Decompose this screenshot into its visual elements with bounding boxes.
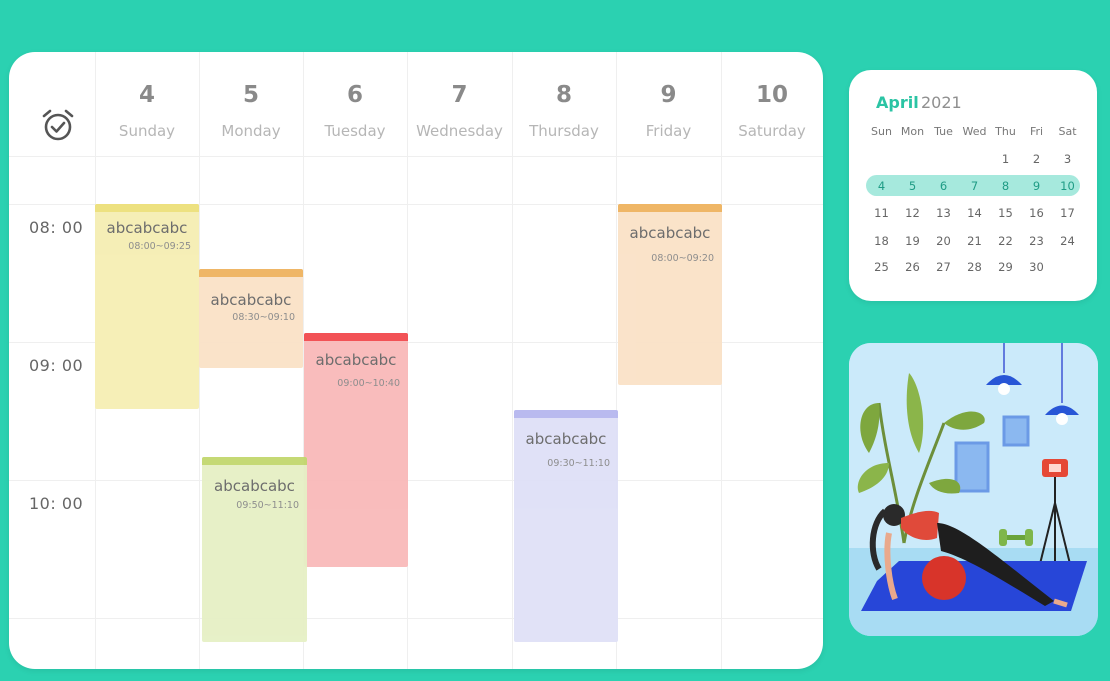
day-header-wednesday[interactable]: 7 Wednesday xyxy=(407,52,512,156)
yoga-illustration xyxy=(849,343,1098,636)
day-header-friday[interactable]: 9 Friday xyxy=(616,52,721,156)
calendar-day[interactable]: 15 xyxy=(990,206,1021,220)
calendar-day[interactable]: 4 xyxy=(866,179,897,193)
event-color-bar xyxy=(618,204,722,212)
event-block[interactable]: abcabcabc 08:30~09:10 xyxy=(199,269,303,368)
event-color-bar xyxy=(202,457,307,465)
calendar-day[interactable]: 23 xyxy=(1021,234,1052,248)
calendar-day[interactable]: 22 xyxy=(990,234,1021,248)
calendar-day[interactable]: 1 xyxy=(990,152,1021,166)
event-time: 09:30~11:10 xyxy=(547,458,610,469)
calendar-day[interactable]: 8 xyxy=(990,179,1021,193)
calendar-day[interactable]: 11 xyxy=(866,206,897,220)
event-title: abcabcabc xyxy=(214,477,295,495)
calendar-day[interactable]: 26 xyxy=(897,260,928,274)
event-time: 08:30~09:10 xyxy=(232,312,295,323)
event-title: abcabcabc xyxy=(106,219,188,237)
calendar-day[interactable]: 20 xyxy=(928,234,959,248)
event-title: abcabcabc xyxy=(629,224,711,242)
event-title: abcabcabc xyxy=(525,430,607,448)
grid-line xyxy=(9,156,823,157)
calendar-day[interactable]: 2 xyxy=(1021,152,1052,166)
calendar-day[interactable]: 7 xyxy=(959,179,990,193)
event-color-bar xyxy=(199,269,303,277)
weekday-label: Wed xyxy=(962,125,987,138)
event-block[interactable]: abcabcabc 08:00~09:25 xyxy=(95,204,199,409)
event-title: abcabcabc xyxy=(315,351,397,369)
grid-line xyxy=(9,480,823,481)
event-time: 08:00~09:25 xyxy=(128,241,191,252)
day-name: Saturday xyxy=(738,122,806,140)
event-color-bar xyxy=(304,333,408,341)
calendar-day[interactable]: 13 xyxy=(928,206,959,220)
day-name: Thursday xyxy=(529,122,599,140)
day-name: Sunday xyxy=(118,122,176,140)
calendar-day[interactable]: 16 xyxy=(1021,206,1052,220)
calendar-day[interactable]: 14 xyxy=(959,206,990,220)
yoga-scene-image xyxy=(849,343,1098,636)
calendar-day[interactable]: 18 xyxy=(866,234,897,248)
calendar-day[interactable]: 6 xyxy=(928,179,959,193)
event-color-bar xyxy=(514,410,618,418)
calendar-day[interactable]: 24 xyxy=(1052,234,1083,248)
calendar-day[interactable]: 10 xyxy=(1052,179,1083,193)
day-name: Wednesday xyxy=(416,122,503,140)
calendar-day[interactable]: 3 xyxy=(1052,152,1083,166)
day-name: Friday xyxy=(645,122,692,140)
day-number: 9 xyxy=(660,82,677,108)
day-number: 8 xyxy=(555,82,572,108)
event-time: 08:00~09:20 xyxy=(651,253,714,264)
day-header-sunday[interactable]: 4 Sunday xyxy=(95,52,199,156)
time-label: 09: 00 xyxy=(29,356,84,375)
weekday-label: Thu xyxy=(995,125,1016,138)
weekday-label: Sat xyxy=(1058,125,1077,138)
event-block[interactable]: abcabcabc 08:00~09:20 xyxy=(618,204,722,385)
calendar-day[interactable]: 21 xyxy=(959,234,990,248)
calendar-day[interactable]: 25 xyxy=(866,260,897,274)
day-header-saturday[interactable]: 10 Saturday xyxy=(721,52,823,156)
day-number: 4 xyxy=(138,82,155,108)
event-block[interactable]: abcabcabc 09:00~10:40 xyxy=(304,333,408,567)
event-block[interactable]: abcabcabc 09:50~11:10 xyxy=(202,457,307,642)
calendar-month: April xyxy=(876,93,919,112)
calendar-day[interactable]: 9 xyxy=(1021,179,1052,193)
event-color-bar xyxy=(95,204,199,212)
mini-calendar: April 2021 Sun Mon Tue Wed Thu Fri Sat 1 2 3 4 5 6 7 8… xyxy=(849,70,1097,301)
weekly-schedule: 4 Sunday 5 Monday 6 Tuesday 7 Wednesday … xyxy=(9,52,823,669)
calendar-day[interactable]: 5 xyxy=(897,179,928,193)
calendar-day[interactable]: 28 xyxy=(959,260,990,274)
weekday-label: Tue xyxy=(934,125,953,138)
event-time: 09:50~11:10 xyxy=(236,500,299,511)
event-block[interactable]: abcabcabc 09:30~11:10 xyxy=(514,410,618,642)
day-header-tuesday[interactable]: 6 Tuesday xyxy=(303,52,407,156)
day-number: 5 xyxy=(242,82,259,108)
day-number: 7 xyxy=(451,82,468,108)
calendar-day[interactable]: 27 xyxy=(928,260,959,274)
calendar-day[interactable]: 12 xyxy=(897,206,928,220)
calendar-day[interactable]: 30 xyxy=(1021,260,1052,274)
day-number: 6 xyxy=(346,82,363,108)
event-time: 09:00~10:40 xyxy=(337,378,400,389)
calendar-year: 2021 xyxy=(921,93,962,112)
day-header-monday[interactable]: 5 Monday xyxy=(199,52,303,156)
time-label: 08: 00 xyxy=(29,218,84,237)
day-header-thursday[interactable]: 8 Thursday xyxy=(512,52,616,156)
weekday-label: Mon xyxy=(900,125,925,138)
day-number: 10 xyxy=(755,82,788,108)
calendar-day[interactable]: 29 xyxy=(990,260,1021,274)
weekday-label: Sun xyxy=(871,125,892,138)
calendar-day[interactable]: 19 xyxy=(897,234,928,248)
time-label: 10: 00 xyxy=(29,494,84,513)
day-name: Tuesday xyxy=(324,122,386,140)
calendar-day[interactable]: 17 xyxy=(1052,206,1083,220)
alarm-clock-icon[interactable] xyxy=(41,108,75,142)
event-title: abcabcabc xyxy=(210,291,292,309)
day-name: Monday xyxy=(221,122,281,140)
grid-line xyxy=(9,618,823,619)
weekday-label: Fri xyxy=(1029,125,1044,138)
